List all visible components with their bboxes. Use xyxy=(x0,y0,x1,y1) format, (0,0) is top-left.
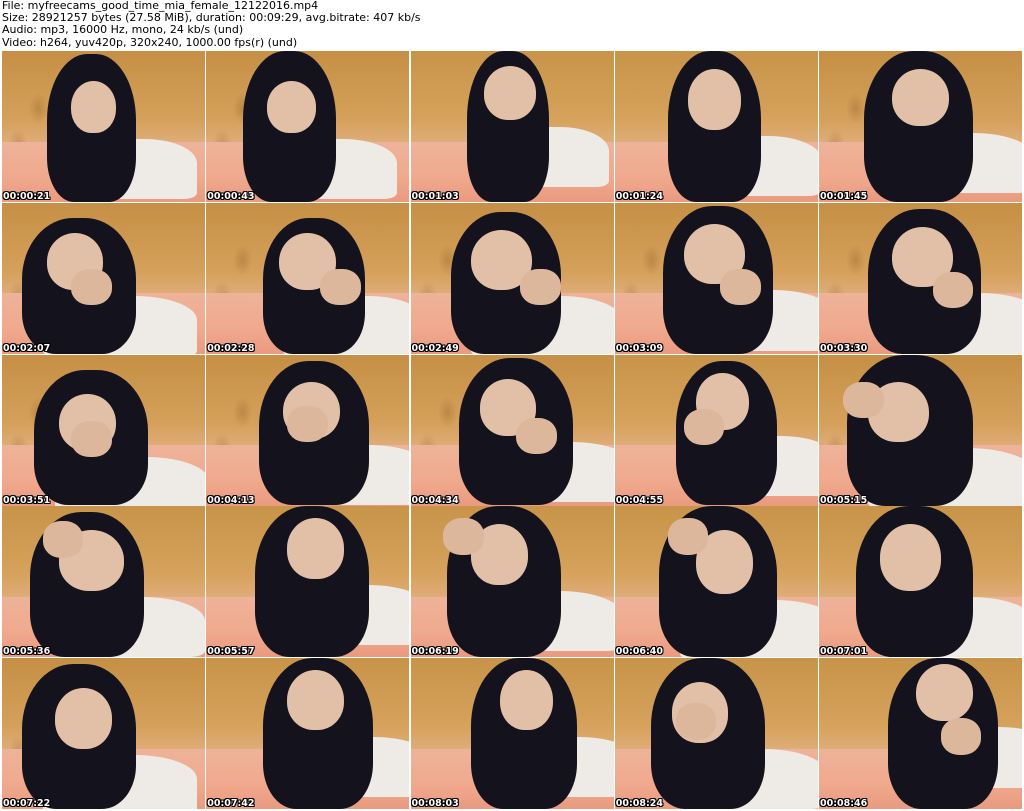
thumbnail-timestamp: 00:05:15 xyxy=(820,494,868,506)
thumbnail-frame: 00:02:28 xyxy=(206,202,410,354)
thumbnail-timestamp: 00:07:22 xyxy=(3,798,51,809)
thumbnail-timestamp: 00:06:40 xyxy=(615,646,664,658)
thumbnail-hand xyxy=(319,269,361,306)
file-info-header: File: myfreecams_good_time_mia_female_12… xyxy=(2,0,1022,50)
thumbnail-timestamp: 00:02:28 xyxy=(207,342,255,354)
thumbnail-face xyxy=(916,664,974,722)
thumbnail-timestamp: 00:07:01 xyxy=(820,646,868,658)
thumbnail-frame: 00:05:15 xyxy=(819,354,1022,506)
file-name-line: File: myfreecams_good_time_mia_female_12… xyxy=(2,0,319,12)
thumbnail-timestamp: 00:06:19 xyxy=(411,646,459,658)
thumbnail-hand xyxy=(520,269,561,306)
thumbnail-face xyxy=(287,670,345,731)
thumbnail-face xyxy=(687,69,741,130)
thumbnail-hand xyxy=(675,703,717,740)
thumbnail-timestamp: 00:00:21 xyxy=(3,191,51,202)
thumbnail-frame: 00:03:51 xyxy=(2,354,205,506)
thumbnail-hand xyxy=(442,518,484,555)
thumbnail-timestamp: 00:03:30 xyxy=(820,342,868,354)
thumbnail-frame: 00:05:36 xyxy=(2,506,205,658)
thumbnail-frame: 00:04:55 xyxy=(614,354,818,506)
thumbnail-timestamp: 00:08:03 xyxy=(411,798,459,809)
thumbnail-timestamp: 00:08:46 xyxy=(820,798,868,809)
thumbnail-face xyxy=(483,66,537,121)
thumbnail-frame: 00:04:34 xyxy=(410,354,614,506)
thumbnail-hand xyxy=(516,417,557,455)
thumbnail-hand xyxy=(720,269,761,306)
thumbnail-timestamp: 00:01:03 xyxy=(411,191,459,202)
thumbnail-timestamp: 00:03:51 xyxy=(3,494,51,506)
thumbnail-timestamp: 00:07:42 xyxy=(207,798,255,809)
thumbnail-frame: 00:06:40 xyxy=(614,506,818,658)
file-size-line: Size: 28921257 bytes (27.58 MiB), durati… xyxy=(2,12,421,25)
thumbnail-timestamp: 00:02:49 xyxy=(411,342,459,354)
thumbnail-timestamp: 00:04:34 xyxy=(411,494,459,506)
thumbnail-frame: 00:07:01 xyxy=(819,506,1022,658)
thumbnail-timestamp: 00:00:43 xyxy=(207,191,255,202)
thumbnail-frame: 00:01:24 xyxy=(614,51,818,202)
thumbnail-frame: 00:02:07 xyxy=(2,202,205,354)
thumbnail-timestamp: 00:04:55 xyxy=(615,494,664,506)
thumbnail-face xyxy=(71,81,116,133)
thumbnail-frame: 00:05:57 xyxy=(206,506,410,658)
thumbnail-hand xyxy=(287,405,329,443)
thumbnail-hand xyxy=(932,272,974,309)
thumbnail-hand xyxy=(71,420,112,458)
thumbnail-frame: 00:08:46 xyxy=(819,658,1022,809)
thumbnail-timestamp: 00:01:24 xyxy=(615,191,664,202)
thumbnail-frame: 00:07:22 xyxy=(2,658,205,809)
thumbnail-timestamp: 00:05:36 xyxy=(3,646,51,658)
audio-info-line: Audio: mp3, 16000 Hz, mono, 24 kb/s (und… xyxy=(2,24,244,37)
thumbnail-frame: 00:00:43 xyxy=(206,51,410,202)
thumbnail-timestamp: 00:08:24 xyxy=(615,798,664,809)
thumbnail-hand xyxy=(71,269,112,306)
thumbnail-hand xyxy=(42,521,84,558)
thumbnail-timestamp: 00:01:45 xyxy=(820,191,868,202)
thumbnail-face xyxy=(287,518,345,579)
thumbnail-frame: 00:08:03 xyxy=(410,658,614,809)
thumbnail-frame: 00:03:30 xyxy=(819,202,1022,354)
thumbnail-grid: 00:00:21 00:00:43 00:01:03 00:01:24 00:01:45… xyxy=(2,51,1022,809)
thumbnail-frame: 00:07:42 xyxy=(206,658,410,809)
thumbnail-timestamp: 00:04:13 xyxy=(207,494,255,506)
thumbnail-frame: 00:01:03 xyxy=(410,51,614,202)
thumbnail-face xyxy=(879,524,941,591)
thumbnail-hand xyxy=(683,408,725,446)
thumbnail-face xyxy=(54,688,112,749)
thumbnail-frame: 00:03:09 xyxy=(614,202,818,354)
thumbnail-face xyxy=(499,670,553,731)
thumbnail-hand xyxy=(667,518,709,555)
thumbnail-face xyxy=(267,81,316,133)
thumbnail-frame: 00:00:21 xyxy=(2,51,205,202)
thumbnail-frame: 00:06:19 xyxy=(410,506,614,658)
thumbnail-timestamp: 00:05:57 xyxy=(207,646,255,658)
thumbnail-timestamp: 00:03:09 xyxy=(615,342,664,354)
thumbnail-timestamp: 00:02:07 xyxy=(3,342,51,354)
thumbnail-frame: 00:08:24 xyxy=(614,658,818,809)
thumbnail-frame: 00:02:49 xyxy=(410,202,614,354)
thumbnail-face xyxy=(892,69,949,127)
thumbnail-hand xyxy=(940,718,982,755)
thumbnail-frame: 00:01:45 xyxy=(819,51,1022,202)
thumbnail-hand xyxy=(843,381,884,418)
thumbnail-frame: 00:04:13 xyxy=(206,354,410,506)
video-info-line: Video: h264, yuv420p, 320x240, 1000.00 f… xyxy=(2,36,298,49)
